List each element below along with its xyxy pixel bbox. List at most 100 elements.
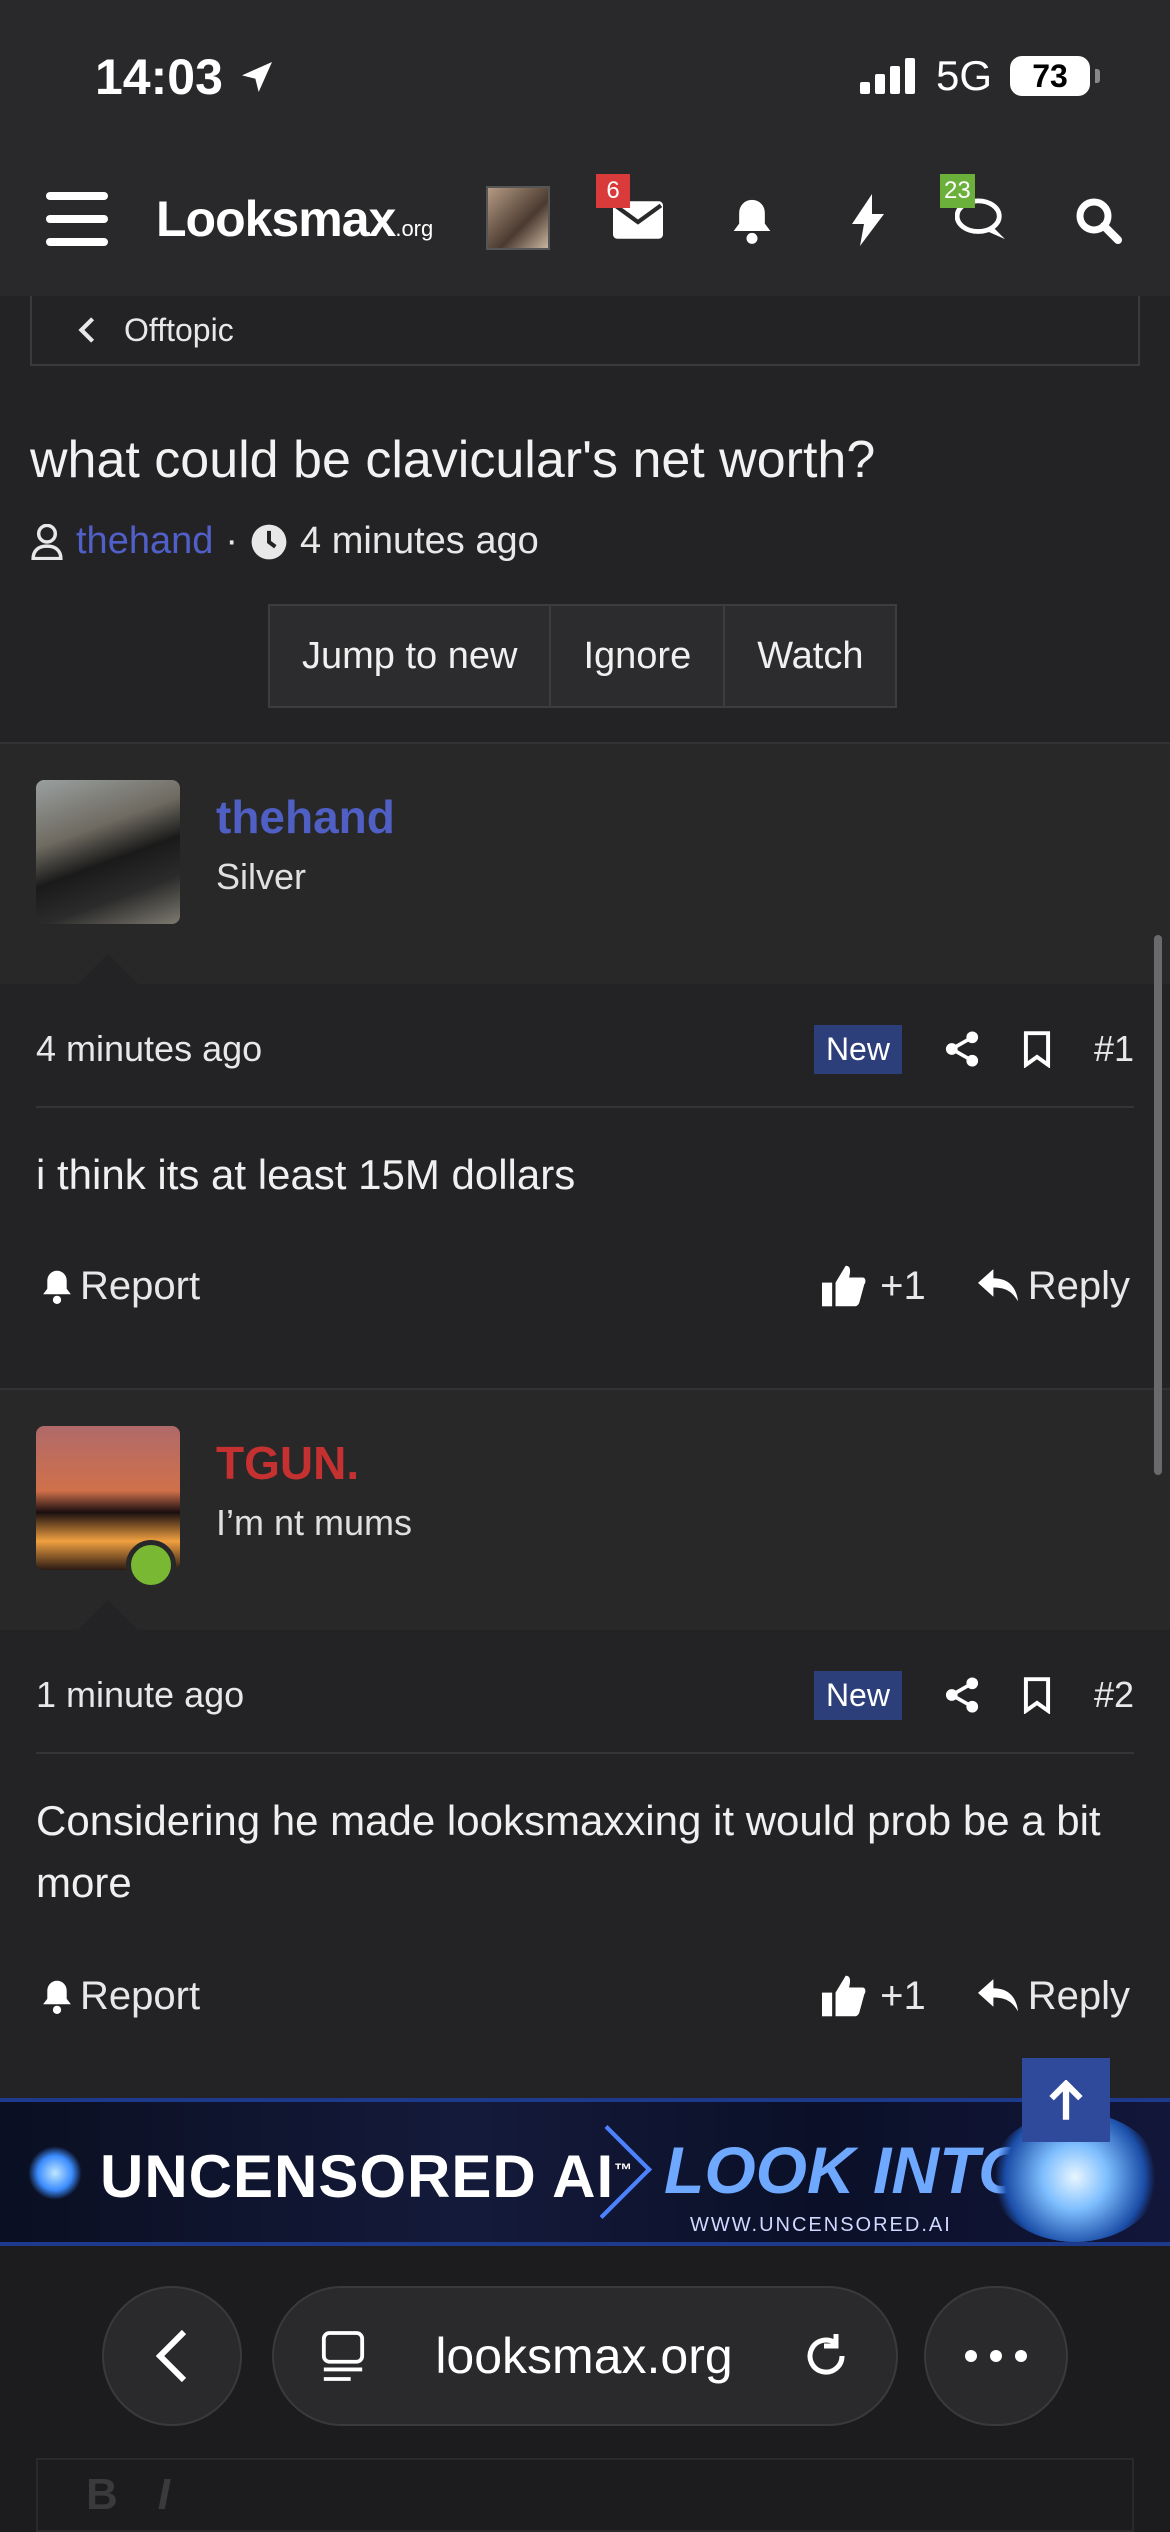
ad-banner[interactable]: UNCENSORED AI™ LOOK INTO IT WWW.UNCENSOR… — [0, 2098, 1170, 2246]
reload-icon — [807, 2334, 845, 2375]
bell-icon[interactable] — [720, 188, 784, 252]
thread-meta: thehand · 4 minutes ago — [30, 520, 539, 563]
ignore-button[interactable]: Ignore — [551, 606, 726, 706]
signal-icon — [859, 58, 915, 94]
user-title: Silver — [216, 856, 307, 897]
scroll-to-top-button[interactable] — [1022, 2058, 1110, 2142]
back-button[interactable] — [102, 2286, 242, 2426]
ad-left-text: UNCENSORED AI™ — [100, 2142, 633, 2211]
conversations-icon[interactable]: 23 — [940, 174, 1014, 252]
post-time[interactable]: 1 minute ago — [36, 1674, 814, 1716]
thread-author-link[interactable]: thehand — [76, 520, 213, 563]
online-indicator — [126, 1540, 176, 1590]
avatar[interactable] — [36, 780, 180, 924]
username-link[interactable]: TGUN. — [216, 1436, 359, 1490]
user-icon — [31, 523, 63, 560]
logo-text: Looksmax — [156, 191, 396, 247]
post-actions: Report +1 Reply — [40, 1966, 1130, 2026]
post-meta: 1 minute ago New #2 — [36, 1660, 1134, 1730]
reply-button[interactable]: Reply — [977, 1973, 1130, 2019]
reply-label: Reply — [1027, 1973, 1130, 2018]
top-bar: 14:03 5G 73 Looksmax.org 6 23 — [0, 0, 1170, 296]
divider — [36, 1752, 1134, 1754]
reply-icon — [977, 1979, 1018, 2012]
post-actions: Report +1 Reply — [40, 1256, 1130, 1316]
bookmark-icon[interactable] — [1022, 1030, 1052, 1068]
more-button[interactable] — [924, 2286, 1068, 2426]
like-button[interactable]: +1 — [822, 1974, 926, 2019]
post-2: TGUN. I’m nt mums 1 minute ago New #2 Co… — [0, 1388, 1170, 2068]
site-header: Looksmax.org 6 23 — [0, 170, 1170, 270]
bookmark-icon[interactable] — [1022, 1676, 1052, 1714]
status-right: 5G 73 — [859, 52, 1100, 100]
italic-button[interactable]: I — [158, 2470, 170, 2520]
post-user-block: thehand Silver — [0, 744, 1170, 984]
thread-time[interactable]: 4 minutes ago — [300, 520, 539, 563]
site-logo[interactable]: Looksmax.org — [156, 190, 433, 248]
post-meta: 4 minutes ago New #1 — [36, 1014, 1134, 1084]
bolt-icon[interactable] — [836, 188, 900, 252]
jump-to-new-button[interactable]: Jump to new — [270, 606, 552, 706]
conversations-badge: 23 — [940, 174, 975, 208]
share-icon[interactable] — [944, 1030, 980, 1068]
reply-button[interactable]: Reply — [977, 1263, 1130, 1309]
logo-suffix: .org — [395, 216, 434, 241]
ad-url: WWW.UNCENSORED.AI — [690, 2214, 952, 2236]
watch-button[interactable]: Watch — [725, 606, 895, 706]
username-link[interactable]: thehand — [216, 790, 395, 844]
breadcrumb[interactable]: Offtopic — [30, 296, 1140, 366]
bell-report-icon — [43, 1980, 71, 2014]
post-user-block: TGUN. I’m nt mums — [0, 1390, 1170, 1630]
editor-toolbar: B I — [36, 2458, 1134, 2532]
caret — [78, 1600, 138, 1630]
like-count: +1 — [880, 1263, 926, 1308]
search-icon[interactable] — [1066, 188, 1130, 252]
divider — [36, 1106, 1134, 1108]
time-text: 14:03 — [95, 49, 223, 105]
network-type: 5G — [935, 52, 992, 99]
more-icon — [965, 2350, 1027, 2362]
hamburger-icon[interactable] — [46, 192, 108, 246]
clock-icon — [251, 524, 287, 559]
back-icon — [156, 2329, 187, 2383]
thumbs-up-icon — [822, 1265, 866, 1307]
url-text: looksmax.org — [435, 2328, 733, 2384]
new-badge: New — [813, 1670, 902, 1720]
battery-level: 73 — [1032, 57, 1068, 94]
status-bar: 14:03 5G 73 — [0, 0, 1170, 150]
report-label: Report — [80, 1263, 201, 1308]
bell-report-icon — [43, 1270, 71, 1304]
bold-button[interactable]: B — [86, 2470, 118, 2520]
post-number[interactable]: #2 — [1094, 1674, 1134, 1716]
like-button[interactable]: +1 — [822, 1264, 926, 1309]
reader-icon — [321, 2331, 365, 2381]
scrollbar[interactable] — [1154, 935, 1162, 1475]
post-body: Considering he made looksmaxxing it woul… — [36, 1797, 1101, 1906]
reply-label: Reply — [1027, 1263, 1130, 1308]
post-body: i think its at least 15M dollars — [36, 1151, 576, 1198]
new-badge: New — [813, 1024, 902, 1074]
caret — [78, 954, 138, 984]
address-bar[interactable]: looksmax.org — [272, 2286, 898, 2426]
post-time[interactable]: 4 minutes ago — [36, 1028, 814, 1070]
share-icon[interactable] — [944, 1676, 980, 1714]
report-button[interactable]: Report — [40, 1974, 822, 2019]
status-time: 14:03 — [95, 48, 277, 106]
inbox-badge: 6 — [596, 174, 630, 208]
inbox-icon[interactable]: 6 — [596, 174, 670, 252]
browser-toolbar: looksmax.org B I — [0, 2246, 1170, 2532]
breadcrumb-label: Offtopic — [124, 311, 234, 348]
like-count: +1 — [880, 1973, 926, 2018]
report-label: Report — [80, 1973, 201, 2018]
user-title: I’m nt mums — [216, 1502, 413, 1543]
post-number[interactable]: #1 — [1094, 1028, 1134, 1070]
thread-actions: Jump to new Ignore Watch — [268, 604, 898, 708]
location-arrow-icon — [241, 62, 272, 92]
thumbs-up-icon — [822, 1975, 866, 2017]
meta-separator: · — [225, 520, 239, 562]
arrow-up-icon — [1049, 2080, 1083, 2120]
ad-sparkle-icon — [28, 2146, 82, 2200]
ad-left-label: UNCENSORED AI — [100, 2143, 615, 2210]
account-avatar[interactable] — [486, 186, 550, 250]
report-button[interactable]: Report — [40, 1264, 822, 1309]
